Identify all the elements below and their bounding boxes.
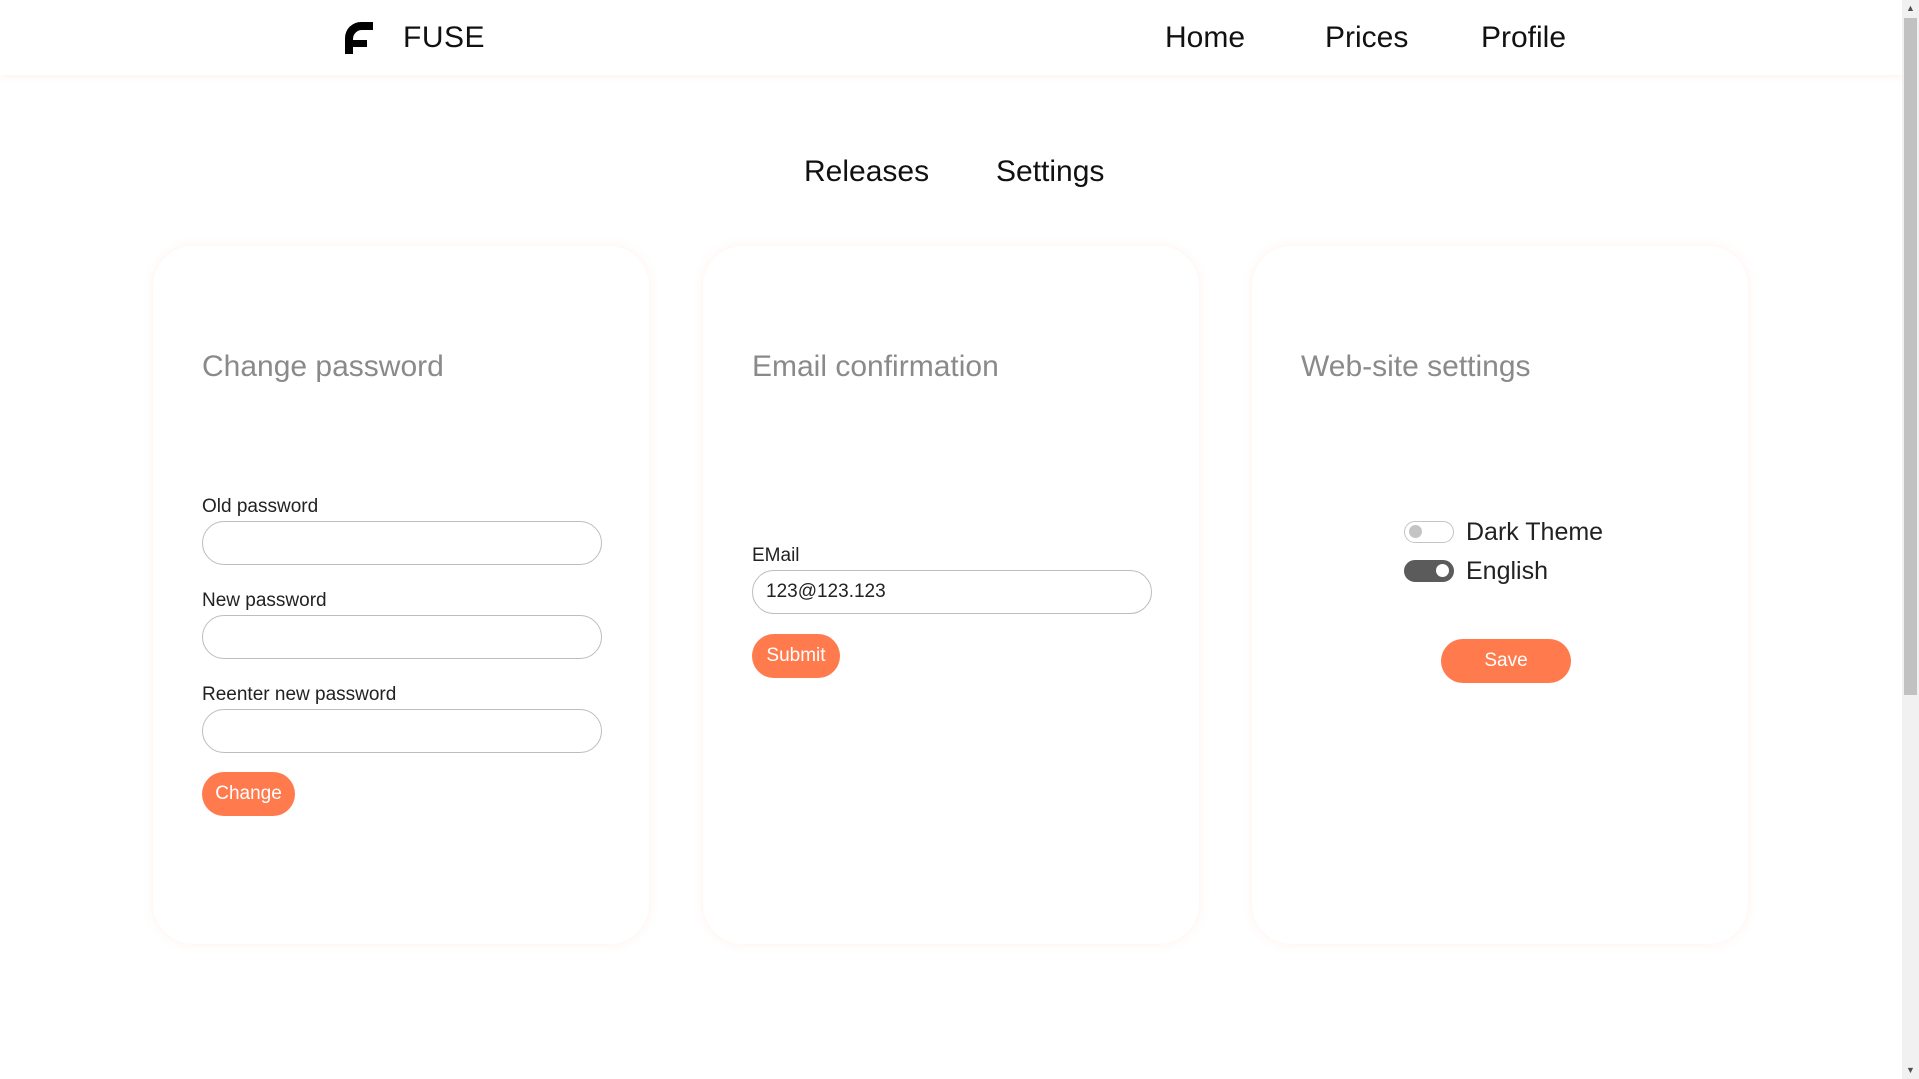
email-input[interactable] — [752, 570, 1152, 614]
new-password-label: New password — [202, 590, 327, 611]
submit-email-button[interactable]: Submit — [752, 634, 840, 678]
settings-page: FUSE Home Prices Profile Releases Settin… — [0, 0, 1919, 1079]
nav-home[interactable]: Home — [1165, 20, 1245, 56]
scroll-thumb[interactable] — [1904, 18, 1917, 695]
save-settings-button[interactable]: Save — [1441, 639, 1571, 683]
brand-name[interactable]: FUSE — [403, 20, 485, 56]
change-password-title: Change password — [202, 350, 444, 383]
english-row: English — [1404, 557, 1548, 585]
vertical-scrollbar[interactable]: ▲ ▼ — [1902, 0, 1919, 1079]
email-confirmation-title: Email confirmation — [752, 350, 999, 383]
top-header: FUSE Home Prices Profile — [0, 0, 1902, 75]
old-password-input[interactable] — [202, 521, 602, 565]
website-settings-title: Web-site settings — [1301, 350, 1531, 383]
email-label: EMail — [752, 545, 800, 566]
old-password-label: Old password — [202, 496, 319, 517]
email-confirmation-card: Email confirmation EMail Submit — [703, 246, 1199, 944]
dark-theme-label: Dark Theme — [1466, 518, 1604, 546]
new-password-input[interactable] — [202, 615, 602, 659]
scroll-down-icon[interactable]: ▼ — [1902, 1062, 1919, 1079]
dark-theme-row: Dark Theme — [1404, 518, 1603, 546]
nav-prices[interactable]: Prices — [1325, 20, 1408, 56]
english-label: English — [1466, 557, 1548, 585]
toggle-knob — [1409, 525, 1422, 538]
website-settings-card: Web-site settings Dark Theme English Sav… — [1252, 246, 1748, 944]
change-password-card: Change password Old password New passwor… — [153, 246, 649, 944]
fuse-logo-icon[interactable] — [343, 22, 375, 54]
toggle-knob — [1436, 564, 1449, 577]
reenter-password-label: Reenter new password — [202, 684, 397, 705]
english-toggle[interactable] — [1404, 560, 1454, 582]
nav-profile[interactable]: Profile — [1481, 20, 1566, 56]
tab-settings[interactable]: Settings — [996, 154, 1104, 190]
change-password-button[interactable]: Change — [202, 772, 295, 816]
reenter-password-input[interactable] — [202, 709, 602, 753]
tab-releases[interactable]: Releases — [804, 154, 929, 190]
dark-theme-toggle[interactable] — [1404, 521, 1454, 543]
scroll-up-icon[interactable]: ▲ — [1902, 0, 1919, 17]
